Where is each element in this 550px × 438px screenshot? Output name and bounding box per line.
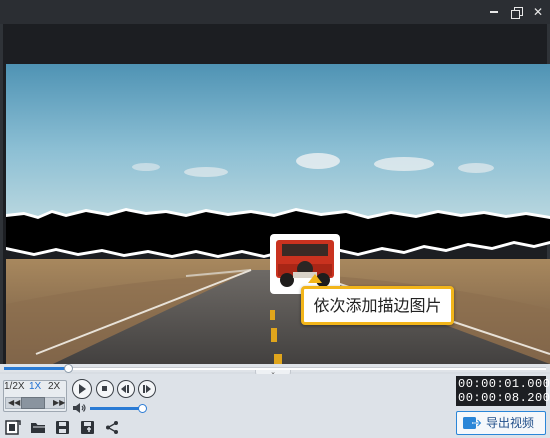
previous-frame-button[interactable] <box>117 380 135 398</box>
share-icon[interactable] <box>104 420 120 435</box>
speed-increase-icon[interactable]: ▶▶ <box>53 398 65 407</box>
seek-progress <box>4 367 69 370</box>
open-folder-icon[interactable] <box>30 420 46 435</box>
video-preview <box>6 64 550 372</box>
minimize-icon[interactable] <box>484 2 504 22</box>
restore-icon[interactable] <box>506 2 526 22</box>
title-bar: ✕ <box>0 0 550 24</box>
next-frame-button[interactable] <box>138 380 156 398</box>
play-button[interactable] <box>72 379 92 399</box>
export-icon <box>463 417 482 429</box>
caption-callout[interactable]: 依次添加描边图片 <box>301 286 454 325</box>
preview-panel <box>0 24 550 372</box>
speed-slider-handle[interactable] <box>21 397 45 409</box>
video-frame-image <box>6 64 550 372</box>
save-as-icon[interactable] <box>80 420 96 435</box>
editor-window: ✕ 依次添加描边图片 ⌄ 1/2X 1X 2X ◀◀ ▶▶ 00:00:01.0… <box>0 0 550 438</box>
caption-text: 依次添加描边图片 <box>313 296 442 315</box>
seek-handle[interactable] <box>64 364 73 373</box>
current-time: 00:00:01.000 <box>458 377 550 391</box>
speed-option-1x[interactable]: 1X <box>29 381 41 392</box>
volume-level <box>90 407 140 410</box>
caption-pointer <box>308 274 322 283</box>
total-duration: 00:00:08.200 <box>458 391 550 405</box>
save-icon[interactable] <box>55 420 71 435</box>
speed-option-2x[interactable]: 2X <box>48 381 60 392</box>
stop-button[interactable] <box>96 380 114 398</box>
volume-slider-handle[interactable] <box>138 404 147 413</box>
speed-decrease-icon[interactable]: ◀◀ <box>8 398 20 407</box>
close-icon[interactable]: ✕ <box>528 2 548 22</box>
speed-option-half[interactable]: 1/2X <box>4 381 25 392</box>
volume-icon[interactable] <box>73 403 87 413</box>
new-project-icon[interactable] <box>5 420 21 435</box>
export-video-label: 导出视频 <box>486 416 535 430</box>
